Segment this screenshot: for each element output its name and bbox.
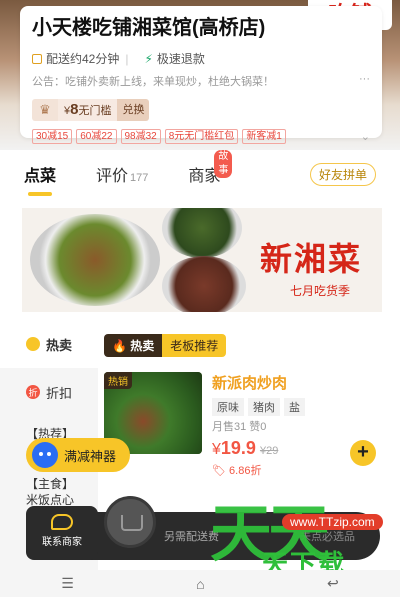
delivery-time: 配送约42分钟	[46, 52, 120, 66]
divider: |	[125, 51, 129, 66]
sidebar-item-label: 热卖	[46, 337, 73, 353]
shop-info-card[interactable]: 小天楼吃铺湘菜馆(高桥店) 配送约42分钟 | ⚡ 极速退款 公告：吃铺外卖新上…	[20, 6, 382, 144]
tab-bar: 点菜 评价 177 商家 故事 好友拼单	[0, 150, 400, 198]
refund-label: 极速退款	[156, 52, 205, 66]
dish-price: ¥19.9 ¥29	[212, 438, 278, 459]
section-header: 🔥 热卖 老板推荐	[104, 334, 227, 357]
section-hot-label: 热卖	[130, 339, 155, 353]
dish-tags: 原味 猪肉 盐	[212, 398, 305, 416]
dish-plate-graphic	[162, 256, 246, 312]
banner-subtitle: 七月吃货季	[290, 284, 351, 298]
home-icon[interactable]: ⌂	[196, 576, 204, 592]
dish-sales: 月售31 赞0	[212, 421, 267, 433]
discount-rate: 🏷 6.86折	[212, 465, 262, 477]
sidebar-item-label: 折扣	[46, 385, 73, 401]
promo-banner[interactable]: 新湘菜 七月吃货季	[0, 198, 400, 320]
cart-icon[interactable]	[104, 496, 156, 548]
dish-name: 新派肉炒肉	[212, 375, 288, 392]
coupon-amount: ¥8无门槛	[58, 99, 118, 121]
dish-plate-graphic	[162, 208, 242, 258]
tab-reviews[interactable]: 评价 177	[96, 162, 148, 186]
banner-title: 新湘菜	[260, 241, 363, 277]
robot-icon	[32, 442, 58, 468]
watermark-url: www.TTzip.com	[282, 514, 383, 530]
promo-tag: 8元无门槛红包	[164, 129, 239, 144]
tab-order[interactable]: 点菜	[24, 162, 57, 196]
price-symbol: ¥	[212, 441, 221, 458]
coupon[interactable]: ♛ ¥8无门槛 兑换	[32, 99, 150, 121]
dish-tag: 盐	[284, 398, 305, 416]
system-nav-bar: ☰ ⌂ ↩	[0, 570, 400, 597]
promo-tag: 30减15	[32, 129, 73, 144]
contact-label: 联系商家	[42, 537, 82, 548]
dish-plate-graphic	[30, 214, 160, 306]
tab-label: 评价	[96, 168, 129, 185]
fire-icon	[26, 337, 40, 351]
delivery-icon	[32, 53, 42, 64]
discount-value: 6.86折	[229, 465, 262, 477]
coupon-row: ♛ ¥8无门槛 兑换	[32, 99, 370, 121]
sidebar-item-staple[interactable]: 【主食】	[0, 476, 98, 492]
chat-icon	[51, 514, 73, 530]
contact-merchant-button[interactable]: 联系商家	[26, 506, 98, 560]
notice-more-icon: ···	[359, 73, 370, 85]
price-value: 19.9	[220, 438, 256, 458]
section-title: 老板推荐	[162, 334, 227, 357]
original-price: ¥29	[259, 445, 279, 457]
add-to-cart-button[interactable]: +	[350, 440, 376, 466]
fab-label: 满减神器	[64, 448, 117, 464]
discount-helper-button[interactable]: 满减神器	[26, 438, 130, 472]
coupon-condition: 无门槛	[78, 105, 112, 117]
menu-icon[interactable]: ☰	[61, 575, 74, 592]
section-hot-tag: 🔥 热卖	[104, 334, 163, 357]
delivery-row: 配送约42分钟 | ⚡ 极速退款	[32, 50, 370, 67]
chevron-down-icon[interactable]: ⌄	[361, 130, 370, 143]
promo-tag: 新客减1	[242, 129, 286, 144]
banner-image: 新湘菜 七月吃货季	[22, 208, 382, 312]
crown-icon: ♛	[32, 99, 58, 121]
group-order-button[interactable]: 好友拼单	[309, 162, 376, 186]
dish-tag: 原味	[212, 398, 244, 416]
tab-merchant[interactable]: 商家 故事	[188, 150, 233, 186]
promo-row[interactable]: 30减15 60减22 98减32 8元无门槛红包 新客减1 ⌄	[32, 129, 370, 144]
story-badge: 故事	[214, 150, 233, 178]
dish-tag: 猪肉	[248, 398, 280, 416]
sidebar-item-hot[interactable]: 热卖	[0, 320, 98, 368]
coupon-redeem-button[interactable]: 兑换	[117, 99, 150, 121]
discount-icon: 折	[26, 385, 40, 399]
notice-text: 公告：吃铺外卖新上线，来单现炒，杜绝大锅菜！	[32, 76, 274, 88]
hot-sale-label: 热销	[104, 372, 132, 389]
sidebar-item-discount[interactable]: 折 折扣	[0, 368, 98, 416]
review-count: 177	[130, 172, 149, 184]
notice-row[interactable]: 公告：吃铺外卖新上线，来单现炒，杜绝大锅菜！ ···	[32, 73, 370, 89]
promo-tag: 60减22	[76, 129, 117, 144]
tab-label: 点菜	[24, 168, 57, 185]
lightning-icon: ⚡	[144, 51, 153, 66]
back-icon[interactable]: ↩	[327, 575, 339, 592]
promo-tag: 98减32	[120, 129, 161, 144]
shop-name: 小天楼吃铺湘菜馆(高桥店)	[32, 17, 266, 39]
